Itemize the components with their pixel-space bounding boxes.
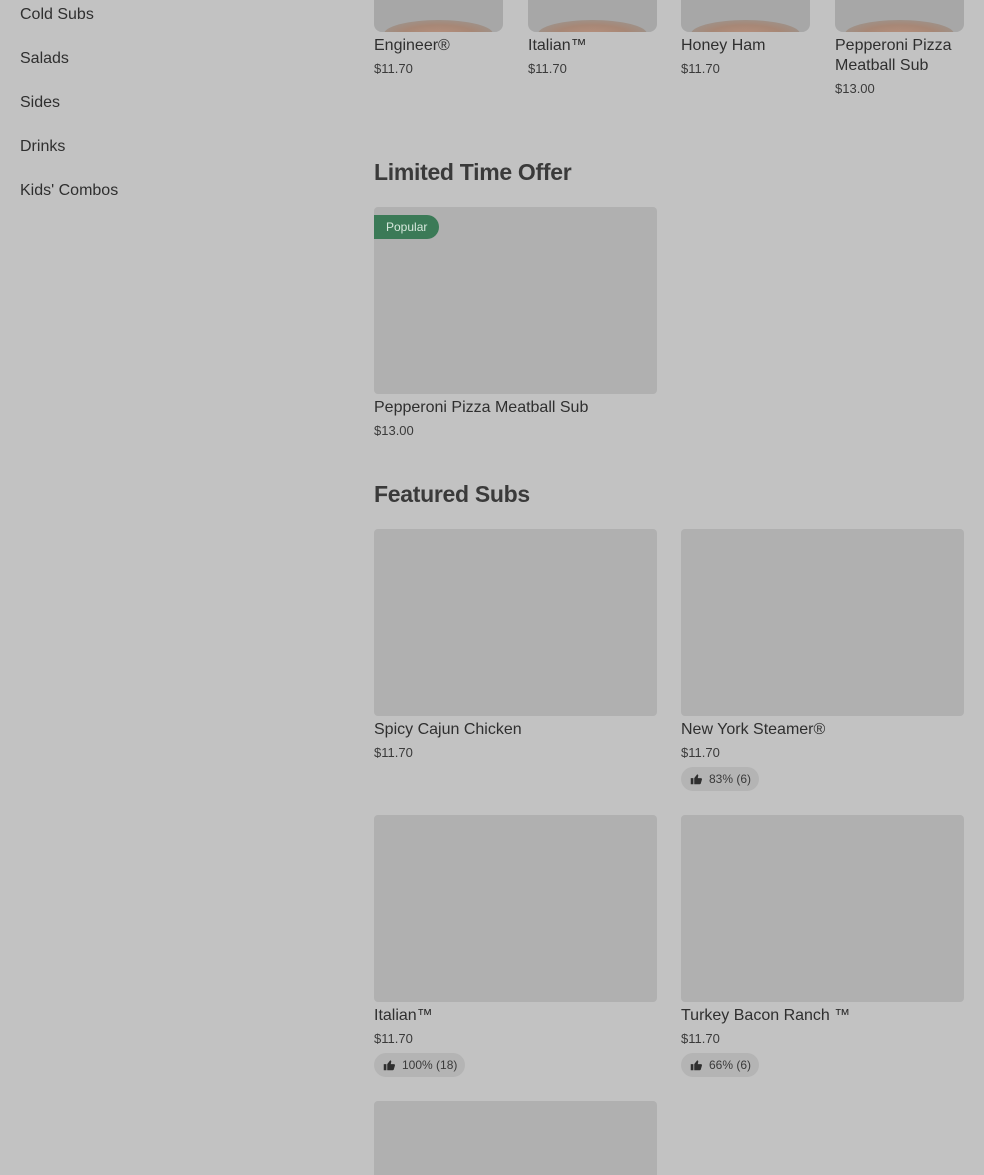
menu-item-price: $11.70 [681,61,720,76]
menu-item-image[interactable] [374,529,657,716]
rating-badge: 66% (6) [681,1053,760,1077]
menu-item-price: $11.70 [374,1031,413,1046]
menu-item-title: Italian™ [528,37,587,54]
menu-item-price: $11.70 [374,745,413,760]
menu-item-title[interactable]: Turkey Bacon Ranch ™ [681,1006,850,1026]
sidebar-item-kids-combos[interactable]: Kids' Combos [20,182,118,200]
menu-item-price: $11.70 [681,745,720,760]
menu-item-title: Engineer® [374,37,450,54]
menu-item-title[interactable]: Spicy Cajun Chicken [374,720,522,740]
menu-item-image [835,0,964,32]
menu-item-image[interactable] [681,815,964,1002]
menu-item-price: $13.00 [835,81,875,96]
rating-text: 100% (18) [402,1058,458,1072]
sidebar-item-salads[interactable]: Salads [20,50,69,68]
sidebar-item-cold-subs[interactable]: Cold Subs [20,6,94,24]
menu-item-image [681,0,810,32]
menu-item-price: $11.70 [681,1031,720,1046]
rating-text: 66% (6) [709,1058,752,1072]
section-heading-limited-time-offer: Limited Time Offer [374,159,572,185]
rating-badge: 100% (18) [374,1053,466,1077]
menu-item-image [528,0,657,32]
thumbs-up-icon [690,774,702,785]
menu-item-image[interactable] [374,1101,657,1175]
menu-item-title[interactable]: Italian™ [374,1006,433,1026]
menu-item-image[interactable] [681,529,964,716]
thumbs-up-icon [690,1060,702,1071]
menu-item-image[interactable]: Popular [374,207,657,394]
menu-item-title: Pepperoni Pizza [835,37,952,54]
sidebar-item-sides[interactable]: Sides [20,94,60,112]
menu-item-price: $13.00 [374,423,414,438]
rating-badge: 83% (6) [681,767,760,791]
menu-item-price: $11.70 [528,61,567,76]
menu-item-price: $11.70 [374,61,413,76]
menu-item-title: Honey Ham [681,37,766,54]
thumbs-up-icon [383,1060,395,1071]
popular-badge: Popular [374,215,440,239]
menu-item-title[interactable]: Pepperoni Pizza Meatball Sub [374,398,588,418]
menu-item-title[interactable]: New York Steamer® [681,720,825,740]
menu-item-image[interactable] [374,815,657,1002]
sidebar-item-drinks[interactable]: Drinks [20,138,65,156]
rating-text: 83% (6) [709,772,752,786]
menu-item-title-line2: Meatball Sub [835,57,929,74]
section-heading-featured-subs: Featured Subs [374,481,530,507]
menu-item-image [374,0,503,32]
